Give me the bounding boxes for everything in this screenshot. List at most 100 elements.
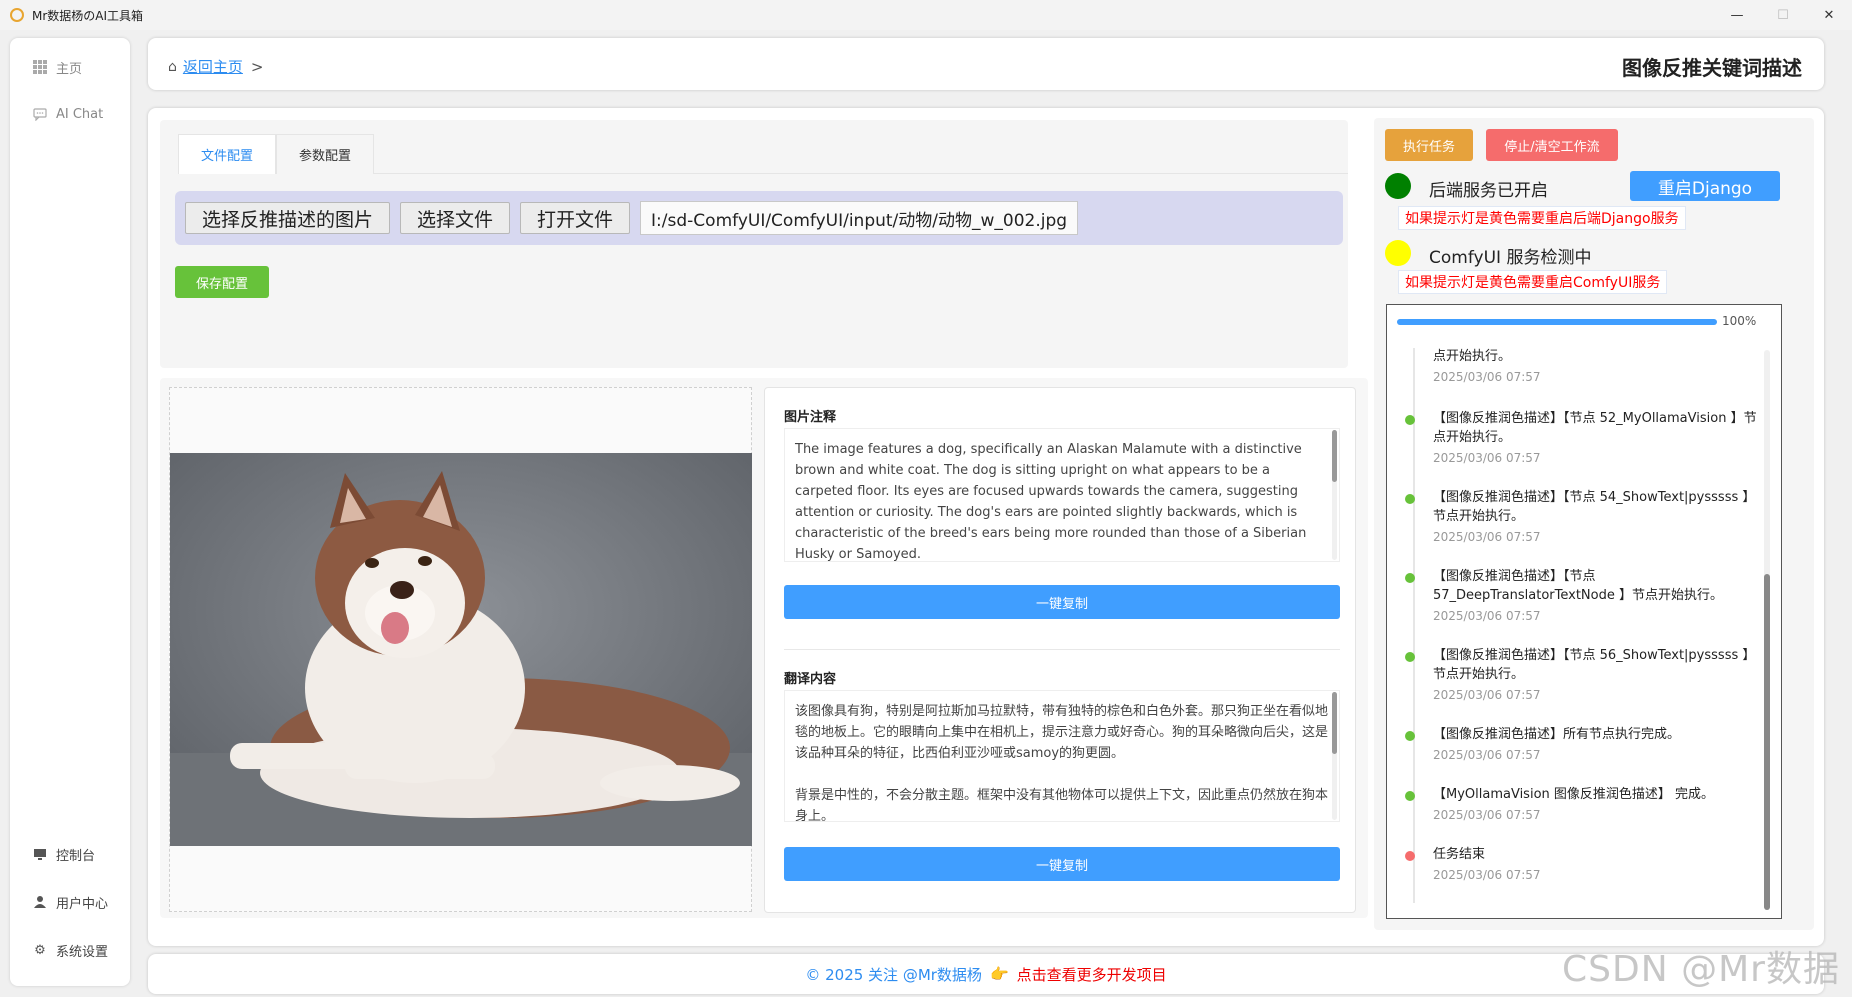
stop-workflow-button[interactable]: 停止/清空工作流: [1486, 129, 1618, 161]
file-path-field[interactable]: I:/sd-ComfyUI/ComfyUI/input/动物/动物_w_002.…: [640, 201, 1079, 235]
grid-icon: [32, 59, 48, 75]
open-file-button[interactable]: 打开文件: [520, 202, 631, 234]
log-dot: [1405, 791, 1415, 801]
task-progress-bar: [1397, 319, 1717, 325]
translation-scroll-thumb[interactable]: [1332, 692, 1337, 754]
log-time: 2025/03/06 07:57: [1433, 868, 1541, 882]
more-projects-link[interactable]: 点击查看更多开发项目: [1017, 964, 1167, 985]
log-entry: 点开始执行。 2025/03/06 07:57: [1405, 347, 1765, 384]
select-image-button[interactable]: 选择反推描述的图片: [185, 202, 391, 234]
log-entry: 任务结束 2025/03/06 07:57: [1405, 845, 1765, 882]
pointing-hand-icon: 👉: [989, 965, 1009, 983]
caption-textarea[interactable]: The image features a dog, specifically a…: [784, 428, 1340, 562]
log-dot: [1405, 494, 1415, 504]
tab-param-config[interactable]: 参数配置: [276, 134, 375, 174]
sidebar-item-label: 控制台: [56, 848, 96, 864]
page-header: ⌂ 返回主页 > 图像反推关键词描述: [148, 38, 1824, 90]
task-progress-fill: [1397, 319, 1717, 325]
comfyui-status-text: ComfyUI 服务检测中: [1429, 248, 1592, 268]
log-time: 2025/03/06 07:57: [1433, 370, 1541, 384]
log-entry: 【图像反推润色描述】【节点 57_DeepTranslatorTextNode …: [1405, 567, 1765, 623]
log-dot: [1405, 652, 1415, 662]
caption-scroll-thumb[interactable]: [1332, 430, 1337, 482]
monitor-icon: [32, 846, 48, 862]
log-dot: [1405, 731, 1415, 741]
translation-textarea[interactable]: 该图像具有狗，特别是阿拉斯加马拉默特，带有独特的棕色和白色外套。那只狗正坐在看似…: [784, 690, 1340, 822]
log-dot: [1405, 851, 1415, 861]
sidebar-item-console[interactable]: 控制台: [10, 840, 130, 868]
sidebar-item-user-center[interactable]: 用户中心: [10, 888, 130, 916]
window-title: Mr数据杨のAI工具箱: [32, 8, 144, 23]
page-title: 图像反推关键词描述: [1622, 56, 1802, 80]
copy-translation-button[interactable]: 一键复制: [784, 847, 1340, 881]
log-message: 【图像反推润色描述】【节点 52_MyOllamaVision 】节点开始执行。: [1433, 411, 1757, 445]
translation-title: 翻译内容: [784, 672, 837, 687]
comfyui-status-indicator: [1385, 240, 1411, 266]
log-entry: 【MyOllamaVision 图像反推润色描述】 完成。 2025/03/06…: [1405, 785, 1765, 822]
caption-title: 图片注释: [784, 410, 837, 425]
select-file-button[interactable]: 选择文件: [400, 202, 511, 234]
task-progress-label: 100%: [1722, 314, 1757, 328]
sidebar-item-label: AI Chat: [56, 106, 104, 122]
app-logo-icon: [10, 8, 24, 22]
log-message: 【图像反推润色描述】所有节点执行完成。: [1433, 727, 1681, 742]
log-message: 点开始执行。: [1433, 349, 1512, 364]
log-message: 【图像反推润色描述】【节点 54_ShowText|pysssss 】节点开始执…: [1433, 490, 1756, 524]
log-time: 2025/03/06 07:57: [1433, 748, 1541, 762]
log-message: 任务结束: [1433, 847, 1486, 862]
log-entry: 【图像反推润色描述】【节点 56_ShowText|pysssss 】节点开始执…: [1405, 646, 1765, 702]
sidebar-item-label: 系统设置: [56, 944, 109, 960]
minimize-button[interactable]: —: [1714, 0, 1760, 30]
backend-hint: 如果提示灯是黄色需要重启后端Django服务: [1398, 206, 1686, 230]
maximize-button[interactable]: ☐: [1760, 0, 1806, 30]
run-task-button[interactable]: 执行任务: [1385, 129, 1473, 161]
window-controls: — ☐ ✕: [1714, 0, 1852, 30]
sidebar-item-home[interactable]: 主页: [10, 53, 130, 81]
tab-file-config[interactable]: 文件配置: [178, 134, 277, 174]
sidebar-item-settings[interactable]: ⚙ 系统设置: [10, 936, 130, 964]
footer-copyright: © 2025 关注 @Mr数据杨: [805, 965, 982, 984]
gear-icon: ⚙: [34, 942, 46, 958]
breadcrumb: ⌂ 返回主页 >: [168, 56, 263, 77]
sidebar: 主页 AI Chat 控制台 用户中心 ⚙ 系统设置: [10, 38, 130, 986]
log-time: 2025/03/06 07:57: [1433, 688, 1541, 702]
log-message: 【MyOllamaVision 图像反推润色描述】 完成。: [1433, 787, 1715, 802]
home-icon: ⌂: [168, 58, 177, 75]
back-home-link[interactable]: 返回主页: [183, 56, 243, 77]
caption-text: The image features a dog, specifically a…: [795, 442, 1307, 562]
comfyui-hint: 如果提示灯是黄色需要重启ComfyUI服务: [1398, 270, 1668, 294]
translation-paragraph-1: 该图像具有狗，特别是阿拉斯加马拉默特，带有独特的棕色和白色外套。那只狗正坐在看似…: [795, 704, 1329, 761]
log-entry: 【图像反推润色描述】【节点 54_ShowText|pysssss 】节点开始执…: [1405, 488, 1765, 544]
log-entry: 【图像反推润色描述】所有节点执行完成。 2025/03/06 07:57: [1405, 725, 1765, 762]
restart-django-button[interactable]: 重启Django: [1630, 171, 1780, 201]
log-time: 2025/03/06 07:57: [1433, 808, 1541, 822]
backend-status-indicator: [1385, 173, 1411, 199]
save-config-button[interactable]: 保存配置: [175, 266, 269, 298]
config-tabs: 文件配置 参数配置: [178, 134, 1348, 174]
log-scrollbar[interactable]: [1764, 350, 1770, 910]
watermark: CSDN @Mr数据杨: [1562, 949, 1840, 990]
user-icon: [32, 894, 48, 910]
sidebar-item-ai-chat[interactable]: AI Chat: [10, 100, 130, 128]
log-dot: [1405, 415, 1415, 425]
log-scroll-thumb[interactable]: [1764, 574, 1770, 910]
sidebar-item-label: 主页: [56, 61, 83, 77]
chat-icon: [32, 106, 48, 122]
backend-status-text: 后端服务已开启: [1429, 181, 1548, 201]
close-button[interactable]: ✕: [1806, 0, 1852, 30]
log-entry: 【图像反推润色描述】【节点 52_MyOllamaVision 】节点开始执行。…: [1405, 409, 1765, 465]
log-time: 2025/03/06 07:57: [1433, 609, 1541, 623]
window-titlebar: Mr数据杨のAI工具箱 — ☐ ✕: [0, 0, 1852, 30]
section-divider: [784, 649, 1340, 650]
preview-image: [170, 453, 752, 846]
file-selector-row: 选择反推描述的图片 选择文件 打开文件 I:/sd-ComfyUI/ComfyU…: [175, 191, 1343, 245]
log-message: 【图像反推润色描述】【节点 57_DeepTranslatorTextNode …: [1433, 569, 1723, 603]
log-time: 2025/03/06 07:57: [1433, 451, 1541, 465]
log-message: 【图像反推润色描述】【节点 56_ShowText|pysssss 】节点开始执…: [1433, 648, 1756, 682]
log-dot: [1405, 573, 1415, 583]
log-time: 2025/03/06 07:57: [1433, 530, 1541, 544]
copy-caption-button[interactable]: 一键复制: [784, 585, 1340, 619]
sidebar-item-label: 用户中心: [56, 896, 109, 912]
translation-paragraph-2: 背景是中性的，不会分散主题。框架中没有其他物体可以提供上下文，因此重点仍然放在狗…: [795, 788, 1329, 822]
breadcrumb-separator: >: [250, 57, 264, 76]
